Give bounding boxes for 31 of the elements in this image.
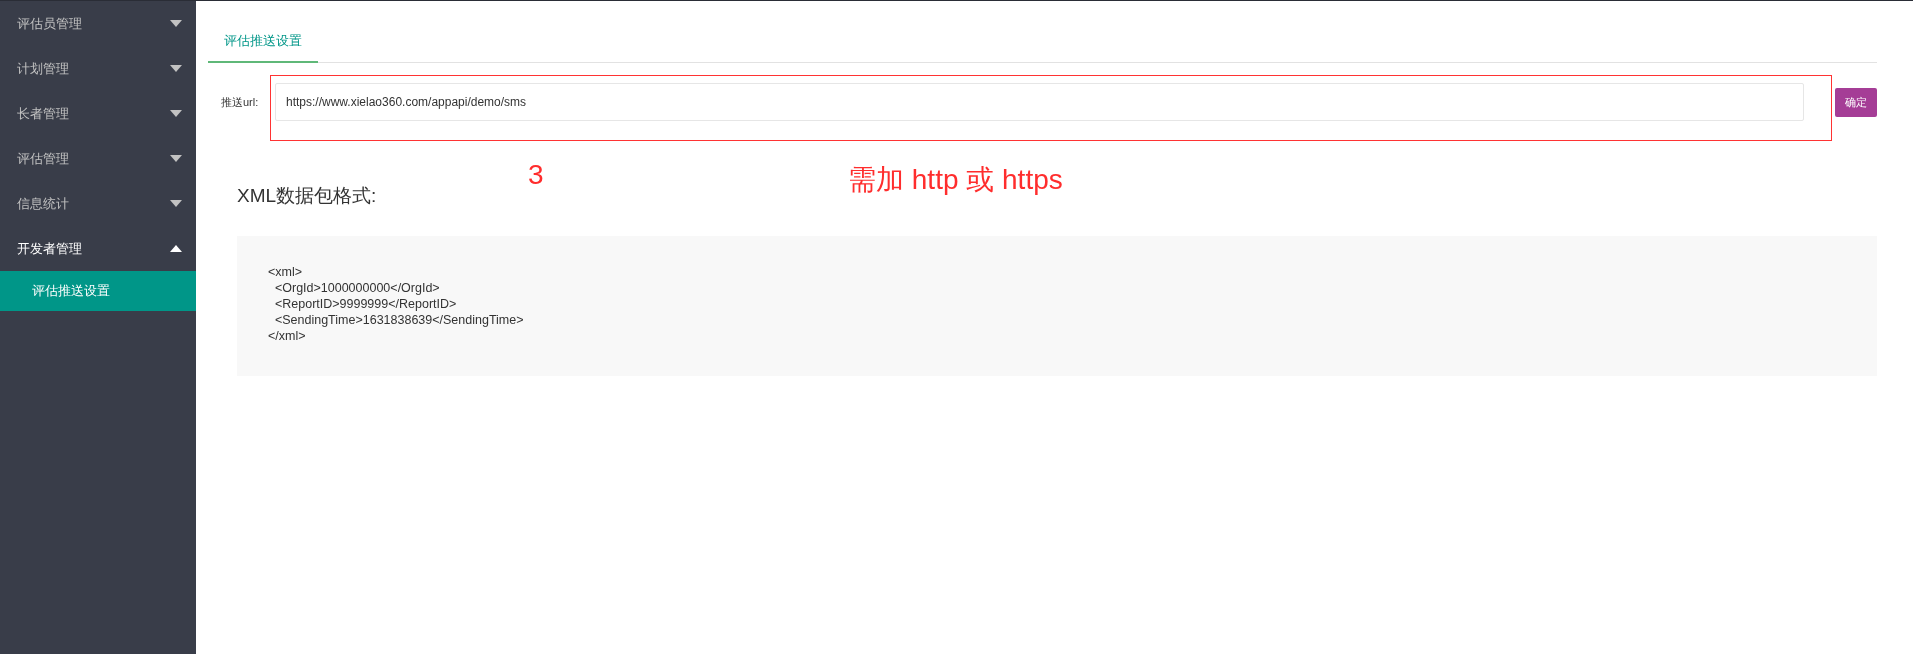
code-line: <xml> [268, 264, 303, 280]
code-line: <OrgId>1000000000</OrgId> [273, 280, 440, 296]
caret-down-icon [170, 155, 182, 162]
menu-label: 长者管理 [17, 104, 69, 123]
code-line: <SendingTime>1631838639</SendingTime> [273, 312, 524, 328]
annotation-note: 需加 http 或 https [848, 163, 1063, 197]
sidebar-menu-item[interactable]: 开发者管理 [0, 226, 196, 271]
field-label: 推送url: [221, 94, 260, 110]
sidebar-menu-item[interactable]: 长者管理 [0, 91, 196, 136]
caret-down-icon [170, 110, 182, 117]
caret-up-icon [170, 245, 182, 252]
menu-label: 信息统计 [17, 194, 69, 213]
code-line: </xml> [268, 328, 306, 344]
menu-label: 计划管理 [17, 59, 69, 78]
url-input-field[interactable]: https://www.xielao360.com/appapi/demo/sms [275, 83, 1804, 121]
menu-label: 评估管理 [17, 149, 69, 168]
confirm-button[interactable]: 确定 [1835, 87, 1877, 117]
sidebar-menu-item[interactable]: 信息统计 [0, 181, 196, 226]
menu-label: 开发者管理 [17, 239, 82, 258]
caret-down-icon [170, 20, 182, 27]
code-line: <ReportID>9999999</ReportID> [273, 296, 457, 312]
annotation-number: 3 [528, 159, 544, 191]
sidebar-menu-item[interactable]: 评估管理 [0, 136, 196, 181]
caret-down-icon [170, 65, 182, 72]
sidebar-menu-item[interactable]: 评估员管理 [0, 1, 196, 46]
section-heading: XML数据包格式: [237, 184, 377, 208]
tab[interactable]: 评估推送设置 [208, 21, 318, 63]
caret-down-icon [170, 200, 182, 207]
menu-label: 评估员管理 [17, 14, 82, 33]
sidebar-submenu-item[interactable]: 评估推送设置 [0, 271, 196, 311]
sidebar-menu-item[interactable]: 计划管理 [0, 46, 196, 91]
